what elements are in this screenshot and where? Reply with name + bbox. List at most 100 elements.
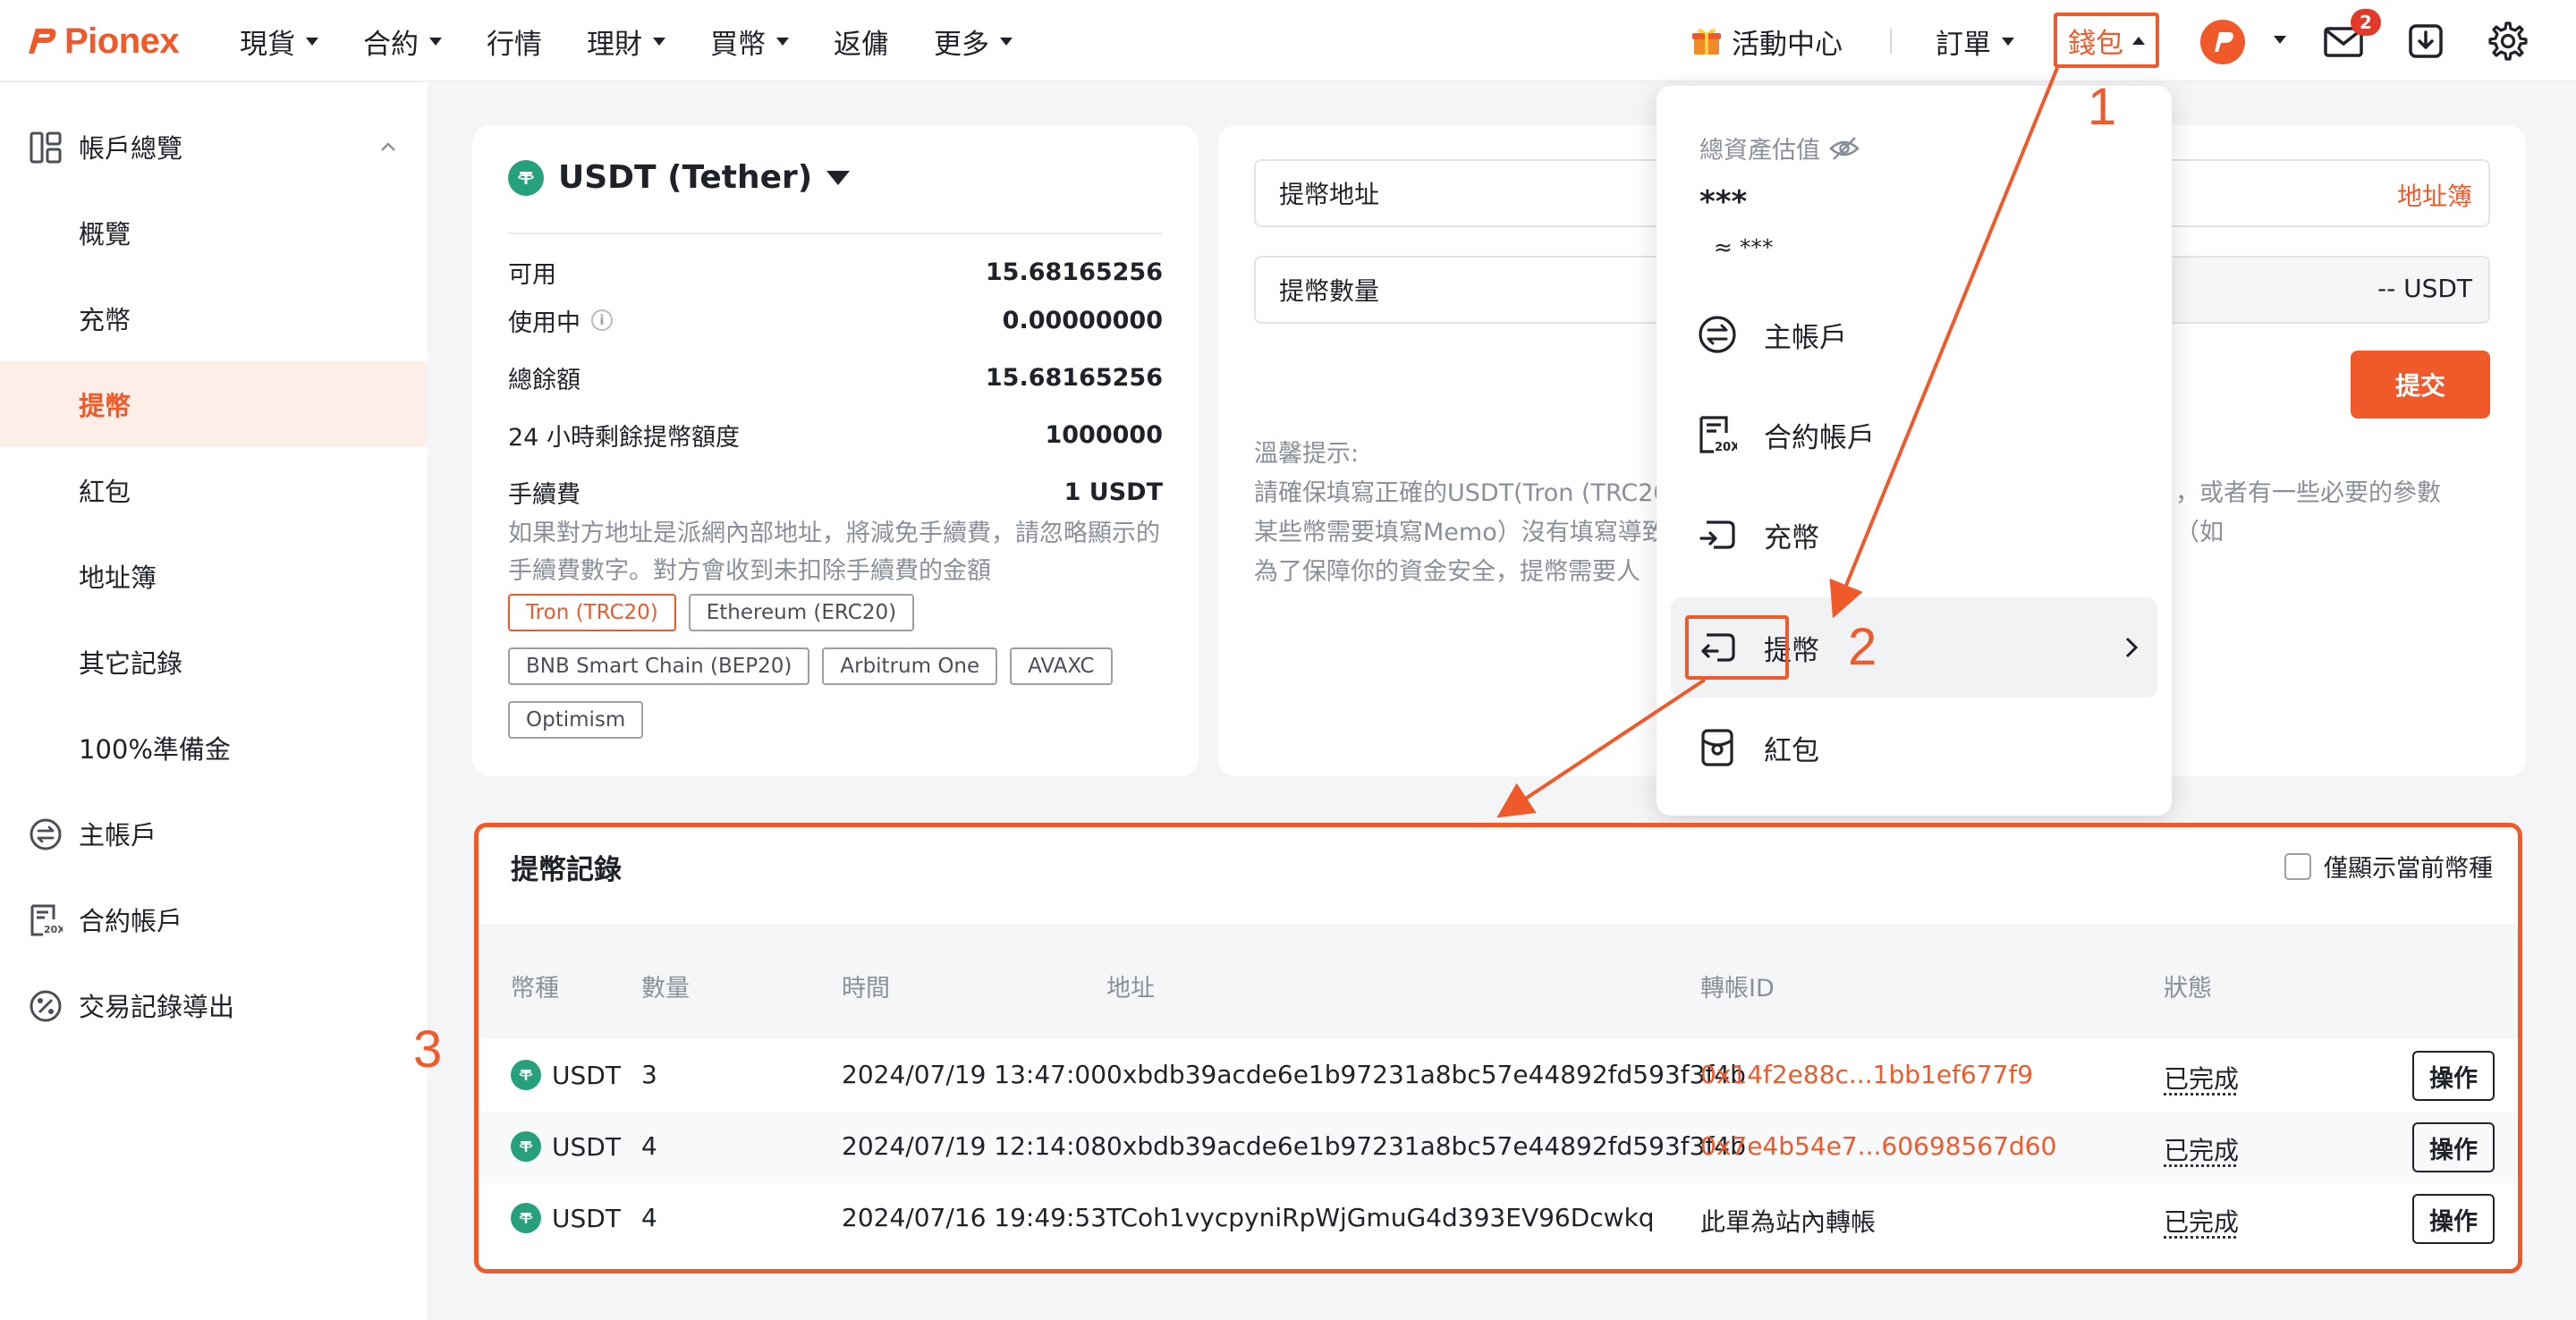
avatar-chevron-down-icon[interactable]	[2274, 36, 2286, 44]
nav-referral[interactable]: 返傭	[834, 0, 889, 82]
current-coin-only-filter[interactable]: 僅顯示當前幣種	[2284, 849, 2493, 884]
network-chip-avaxc[interactable]: AVAXC	[1010, 647, 1113, 685]
orders-label: 訂單	[1936, 28, 1991, 61]
row-value: 0.00000000	[1002, 306, 1163, 334]
activity-center-link[interactable]: 活動中心	[1690, 20, 1843, 63]
chevron-down-icon	[1000, 37, 1013, 46]
network-chip-arbitrum[interactable]: Arbitrum One	[822, 647, 998, 685]
sidebar-item-label: 地址簿	[79, 563, 157, 593]
caret-down-icon	[826, 170, 851, 185]
fee-note: 如果對方地址是派網內部地址，將減免手續費，請忽略顯示的手續費數字。對方會收到未扣…	[508, 520, 1160, 585]
network-chip-bep20[interactable]: BNB Smart Chain (BEP20)	[508, 647, 810, 685]
withdraw-history-panel: 提幣記錄 僅顯示當前幣種 幣種 數量 時間 地址 轉帳ID 狀態 USDT 3 …	[474, 823, 2522, 1273]
sidebar-group-trade-export[interactable]: 交易記錄導出	[0, 969, 428, 1041]
time-cell: 2024/07/16 19:49:53	[842, 1203, 1107, 1232]
coin-symbol: USDT	[552, 1060, 621, 1090]
address-cell: 0xbdb39acde6e1b97231a8bc57e44892fd593f3f…	[1106, 1131, 1746, 1161]
nav-more[interactable]: 更多	[934, 0, 1013, 82]
sidebar-group-main-account[interactable]: 主帳戶	[0, 798, 428, 869]
sidebar-item-other-records[interactable]: 其它記錄	[0, 619, 428, 705]
nav-earn[interactable]: 理財	[587, 0, 665, 82]
status-cell: 已完成	[2164, 1207, 2240, 1237]
nav-buy-crypto[interactable]: 買幣	[710, 0, 789, 82]
network-chip-trc20[interactable]: Tron (TRC20)	[508, 594, 676, 631]
gear-icon[interactable]	[2488, 21, 2528, 61]
divider	[508, 233, 1163, 234]
sidebar-item-withdraw[interactable]: 提幣	[0, 361, 428, 447]
wallet-menu-main-account[interactable]: 主帳戶	[1671, 284, 2157, 385]
pionex-logo[interactable]: Pionex	[23, 21, 180, 61]
nav-markets[interactable]: 行情	[487, 0, 542, 82]
sidebar-item-label: 其它記錄	[79, 648, 183, 679]
wallet-menu-button[interactable]: 錢包	[2054, 13, 2159, 68]
orders-menu[interactable]: 訂單	[1936, 20, 2014, 63]
network-chip-erc20[interactable]: Ethereum (ERC20)	[688, 594, 915, 631]
wallet-dropdown-menu: 總資產估值 *** ≈ *** 主帳戶 20X 合約帳戶 充幣 提幣 紅包	[1657, 86, 2172, 816]
withdraw-limit-row: 24 小時剩餘提幣額度 1000000	[508, 417, 1163, 453]
svg-text:20X: 20X	[1715, 441, 1737, 454]
chevron-down-icon	[2002, 37, 2014, 46]
nav-earn-label: 理財	[587, 28, 642, 61]
action-button[interactable]: 操作	[2412, 1194, 2495, 1244]
action-button[interactable]: 操作	[2412, 1122, 2495, 1172]
network-chip-optimism[interactable]: Optimism	[508, 701, 644, 739]
nav-spot[interactable]: 現貨	[240, 0, 318, 82]
sidebar-group-label: 主帳戶	[79, 820, 157, 850]
row-label: 總餘額	[508, 366, 580, 394]
avatar[interactable]	[2200, 20, 2245, 64]
amount-cell: 3	[641, 1060, 657, 1089]
sidebar-item-proof-of-reserves[interactable]: 100%準備金	[0, 705, 428, 791]
nav-futures[interactable]: 合約	[363, 0, 442, 82]
action-button[interactable]: 操作	[2412, 1051, 2495, 1101]
column-header-amount: 數量	[641, 975, 690, 1003]
sidebar-item-label: 概覽	[79, 219, 131, 250]
dashboard-icon	[30, 131, 62, 164]
nav-futures-label: 合約	[363, 28, 419, 61]
wallet-menu-futures-account[interactable]: 20X 合約帳戶	[1671, 385, 2157, 485]
chevron-up-icon	[2132, 36, 2145, 45]
sidebar-group-futures-account[interactable]: 20X 合約帳戶	[0, 884, 428, 955]
sidebar-item-label: 100%準備金	[79, 734, 231, 765]
deposit-icon	[1699, 520, 1735, 549]
txid-link[interactable]: 0x14f2e88c...1bb1ef677f9	[1700, 1060, 2033, 1089]
wallet-menu-deposit[interactable]: 充幣	[1671, 485, 2157, 585]
coin-symbol: USDT	[552, 1203, 621, 1233]
chevron-down-icon	[429, 37, 442, 46]
sidebar-item-red-packet[interactable]: 紅包	[0, 447, 428, 533]
eye-off-icon[interactable]	[1829, 136, 1860, 161]
annotation-number-3: 3	[413, 1020, 443, 1079]
tether-icon	[508, 159, 544, 196]
percent-circle-icon	[30, 990, 62, 1022]
sidebar-item-address-book[interactable]: 地址簿	[0, 533, 428, 619]
txid-cell: 此單為站內轉帳	[1700, 1207, 1877, 1237]
coin-selector[interactable]: USDT (Tether)	[508, 159, 851, 196]
checkbox[interactable]	[2284, 852, 2311, 880]
time-cell: 2024/07/19 12:14:08	[842, 1131, 1107, 1161]
nav-more-label: 更多	[934, 28, 989, 61]
wallet-menu-label: 紅包	[1764, 734, 1819, 767]
total-assets-label: 總資產估值	[1699, 131, 1860, 165]
wallet-menu-red-packet[interactable]: 紅包	[1671, 698, 2157, 798]
table-row: USDT 4 2024/07/16 19:49:53 TCoh1vycpyniR…	[479, 1183, 2518, 1255]
gift-icon	[1692, 29, 1721, 55]
receive-amount-value: -- USDT	[2377, 274, 2473, 303]
table-row: USDT 4 2024/07/19 12:14:08 0xbdb39acde6e…	[479, 1112, 2518, 1183]
annotation-number-2: 2	[1848, 618, 1877, 676]
sidebar-group-account-overview[interactable]: 帳戶總覽	[0, 111, 428, 182]
nav-spot-label: 現貨	[240, 28, 295, 61]
sidebar-item-deposit[interactable]: 充幣	[0, 275, 428, 361]
coin-cell: USDT	[511, 1131, 621, 1162]
address-book-link[interactable]: 地址簿	[2397, 177, 2472, 213]
address-cell: 0xbdb39acde6e1b97231a8bc57e44892fd593f3f…	[1106, 1060, 1746, 1089]
balance-total-row: 總餘額 15.68165256	[508, 360, 1163, 395]
tether-icon	[511, 1060, 541, 1090]
nav-markets-label: 行情	[487, 28, 542, 61]
info-icon[interactable]: i	[591, 309, 613, 331]
sidebar-item-overview[interactable]: 概覽	[0, 190, 428, 275]
sidebar-item-label: 紅包	[79, 477, 131, 507]
column-header-txid: 轉帳ID	[1700, 975, 1775, 1003]
transfer-icon	[1699, 316, 1736, 353]
txid-link[interactable]: 0x7e4b54e7...60698567d60	[1700, 1131, 2056, 1161]
download-icon[interactable]	[2406, 21, 2445, 61]
submit-button[interactable]: 提交	[2351, 351, 2490, 419]
